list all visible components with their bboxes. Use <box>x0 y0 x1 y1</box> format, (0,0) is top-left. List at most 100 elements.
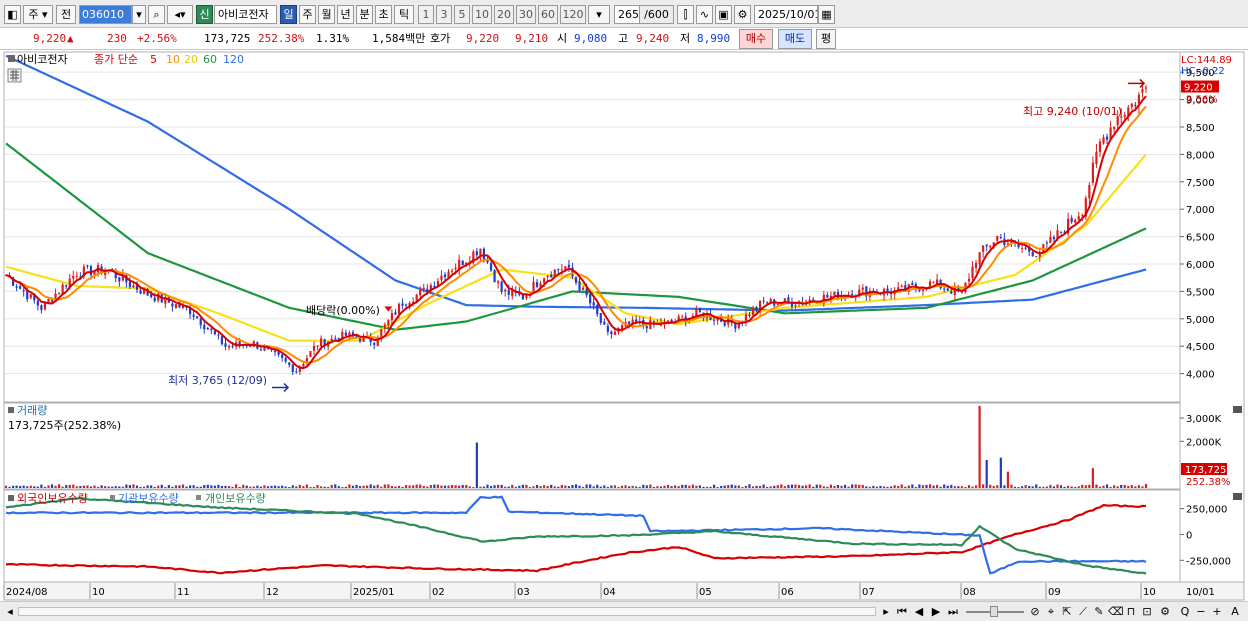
candle-body <box>1049 236 1052 244</box>
volume-bar <box>1116 486 1119 488</box>
tab-year[interactable]: 년 <box>337 5 354 24</box>
interval-3[interactable]: 3 <box>436 5 452 24</box>
trend-icon[interactable]: ⟋ <box>1076 604 1090 619</box>
sell-button[interactable]: 매도 <box>778 29 812 49</box>
interval-dropdown[interactable]: ▾ <box>588 5 610 24</box>
tab-week[interactable]: 주 <box>299 5 316 24</box>
x-axis-label: 11 <box>177 587 190 598</box>
volume-bar <box>603 485 606 488</box>
tab-minute[interactable]: 분 <box>356 5 373 24</box>
volume-bar <box>606 486 609 488</box>
volume-bar <box>1049 484 1052 488</box>
settings-small-icon[interactable]: ⚙ <box>1158 604 1172 619</box>
candle-type-icon[interactable]: ⫿ <box>677 5 694 24</box>
zoom-slider-handle[interactable] <box>990 606 998 617</box>
lock-icon[interactable]: ⊡ <box>1140 604 1154 619</box>
interval-30[interactable]: 30 <box>516 5 536 24</box>
candle-body <box>1095 151 1098 165</box>
volume-bar <box>334 484 337 488</box>
new-button[interactable]: 신 <box>196 5 213 24</box>
zoom-out-button[interactable]: − <box>1194 604 1208 619</box>
zoom-icon[interactable]: Q <box>1178 604 1192 619</box>
text-tool-icon[interactable]: ✎ <box>1092 604 1106 619</box>
count-input[interactable]: 265 <box>614 5 640 24</box>
x-axis-label: 10 <box>92 587 105 598</box>
volume-bar <box>691 484 694 488</box>
speaker-icon[interactable]: ◂▾ <box>167 5 193 24</box>
volume-bar <box>472 487 475 488</box>
volume-bar <box>415 484 418 488</box>
indicator-icon[interactable]: ∿ <box>696 5 713 24</box>
interval-60[interactable]: 60 <box>538 5 558 24</box>
prev-page-icon[interactable]: ◀ <box>911 604 927 619</box>
average-button[interactable]: 평 <box>816 29 836 49</box>
volume-bar <box>270 485 273 488</box>
volume-bar <box>125 484 128 488</box>
volume-bar <box>404 485 408 488</box>
save-icon[interactable]: ▣ <box>715 5 732 24</box>
x-axis-label: 03 <box>517 587 530 598</box>
volume-bar <box>4 485 8 488</box>
scroll-right-icon[interactable]: ▸ <box>880 604 892 619</box>
chart-area[interactable]: 9,500 9,000 8,500 8,000 7,500 7,000 6,500 6,000… <box>0 51 1248 601</box>
select-icon[interactable]: ⇱ <box>1060 604 1074 619</box>
interval-1[interactable]: 1 <box>418 5 434 24</box>
candle-body <box>603 321 606 325</box>
market-select[interactable]: 주 ▾ <box>23 5 53 24</box>
interval-5[interactable]: 5 <box>454 5 470 24</box>
volume-bar <box>15 485 18 488</box>
tab-second[interactable]: 초 <box>375 5 392 24</box>
chart-svg[interactable]: 9,5009,0008,5008,0007,5007,0006,5006,000… <box>0 51 1248 601</box>
tab-month[interactable]: 월 <box>318 5 335 24</box>
horizontal-scrollbar[interactable] <box>18 607 876 616</box>
interval-20[interactable]: 20 <box>494 5 514 24</box>
next-page-icon[interactable]: ▶ <box>928 604 944 619</box>
volume-panel-close-icon[interactable] <box>1233 406 1242 413</box>
volume-bar <box>808 484 811 488</box>
volume-bar <box>964 486 967 488</box>
date-input[interactable]: 2025/10/01 <box>754 5 818 24</box>
candle-body <box>1052 237 1056 240</box>
code-dropdown-icon[interactable]: ▾ <box>132 5 146 24</box>
draw-line-icon[interactable]: ⊘ <box>1028 604 1042 619</box>
last-page-icon[interactable]: ⏭ <box>945 604 961 619</box>
candle-body <box>989 245 992 248</box>
interval-120[interactable]: 120 <box>560 5 586 24</box>
holdings-panel-close-icon[interactable] <box>1233 493 1242 500</box>
legend-foreign: 외국인보유수량 <box>17 492 88 505</box>
magnet-icon[interactable]: ⊓ <box>1124 604 1138 619</box>
crosshair-icon[interactable]: ⌖ <box>1044 604 1058 619</box>
interval-10[interactable]: 10 <box>472 5 492 24</box>
tab-day[interactable]: 일 <box>280 5 297 24</box>
tab-tick[interactable]: 틱 <box>394 5 414 24</box>
first-page-icon[interactable]: ⏮ <box>894 604 910 619</box>
calendar-icon[interactable]: ▦ <box>818 5 835 24</box>
layout-icon[interactable]: ◧ <box>4 5 21 24</box>
volume-bar <box>882 486 886 488</box>
candle-body <box>936 279 939 284</box>
candle-body <box>1088 185 1091 199</box>
price-tick-label: 6,000 <box>1186 260 1215 271</box>
zoom-in-button[interactable]: + <box>1210 604 1224 619</box>
prev-button[interactable]: 전 <box>56 5 76 24</box>
auto-scale-button[interactable]: A <box>1228 604 1242 619</box>
volume-bar <box>1042 486 1045 488</box>
candle-body <box>291 364 294 372</box>
gear-icon[interactable]: ⚙ <box>734 5 751 24</box>
scroll-left-icon[interactable]: ◂ <box>4 604 16 619</box>
buy-button[interactable]: 매수 <box>739 29 773 49</box>
search-icon[interactable]: ⌕ <box>148 5 165 24</box>
candle-body <box>213 330 216 335</box>
candle-body <box>900 285 903 287</box>
stock-code-input[interactable]: 036010 <box>79 5 132 24</box>
candle-body <box>1102 137 1105 144</box>
volume-bar <box>373 485 376 488</box>
volume-bar <box>1056 484 1059 488</box>
volume-bar <box>1067 485 1070 488</box>
volume-bar <box>748 484 751 488</box>
candle-body <box>1031 251 1034 257</box>
candle-body <box>543 278 546 284</box>
volume-bar <box>1109 486 1112 488</box>
eraser-icon[interactable]: ⌫ <box>1108 604 1124 619</box>
volume-bar <box>210 485 213 488</box>
